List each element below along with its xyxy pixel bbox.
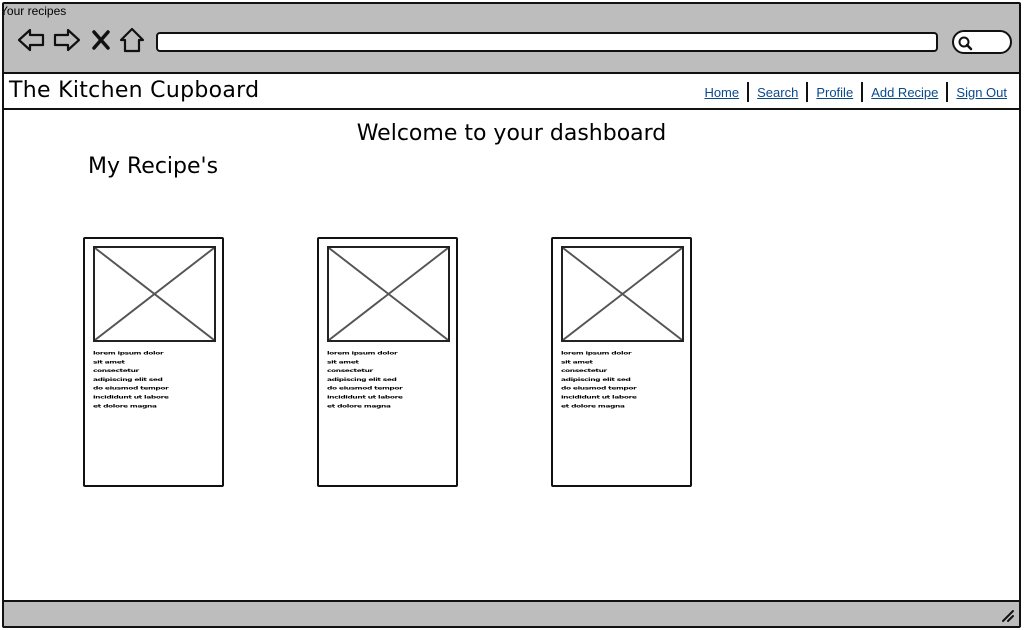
recipe-description: lorem ipsum dolor sit amet consectetur a…	[93, 350, 169, 409]
page-title: Welcome to your dashboard	[356, 121, 667, 146]
nav-link-add-recipe[interactable]: Add Recipe	[863, 85, 946, 100]
nav-link-profile[interactable]: Profile	[808, 85, 861, 100]
recipe-card[interactable]: lorem ipsum dolor sit amet consectetur a…	[551, 237, 692, 487]
main-nav: Home Search Profile Add Recipe Sign Out	[696, 82, 1015, 102]
nav-link-home[interactable]: Home	[696, 85, 747, 100]
home-icon[interactable]	[118, 26, 146, 54]
image-placeholder	[561, 246, 684, 342]
recipe-description: lorem ipsum dolor sit amet consectetur a…	[561, 350, 637, 409]
status-bar	[4, 600, 1019, 626]
browser-window: Your recipes The Kitchen Cupboard Home S…	[2, 2, 1021, 628]
image-placeholder-icon	[95, 248, 214, 340]
site-title: The Kitchen Cupboard	[9, 78, 260, 103]
browser-search-box[interactable]	[952, 30, 1012, 54]
image-placeholder-icon	[563, 248, 682, 340]
image-placeholder-icon	[329, 248, 448, 340]
window-title: Your recipes	[2, 4, 67, 18]
recipe-card[interactable]: lorem ipsum dolor sit amet consectetur a…	[317, 237, 458, 487]
app-header: The Kitchen Cupboard Home Search Profile…	[4, 76, 1019, 110]
resize-grip-icon[interactable]	[999, 607, 1015, 623]
close-icon[interactable]	[90, 26, 112, 54]
recipe-card[interactable]: lorem ipsum dolor sit amet consectetur a…	[83, 237, 224, 487]
browser-toolbar: Your recipes	[4, 4, 1019, 74]
image-placeholder	[93, 246, 216, 342]
image-placeholder	[327, 246, 450, 342]
forward-arrow-icon[interactable]	[52, 26, 82, 54]
search-icon	[958, 36, 973, 51]
recipe-description: lorem ipsum dolor sit amet consectetur a…	[327, 350, 403, 409]
section-title: My Recipe's	[88, 154, 219, 179]
nav-link-search[interactable]: Search	[749, 85, 806, 100]
nav-link-sign-out[interactable]: Sign Out	[948, 85, 1015, 100]
url-input[interactable]	[156, 32, 938, 52]
back-arrow-icon[interactable]	[16, 26, 46, 54]
